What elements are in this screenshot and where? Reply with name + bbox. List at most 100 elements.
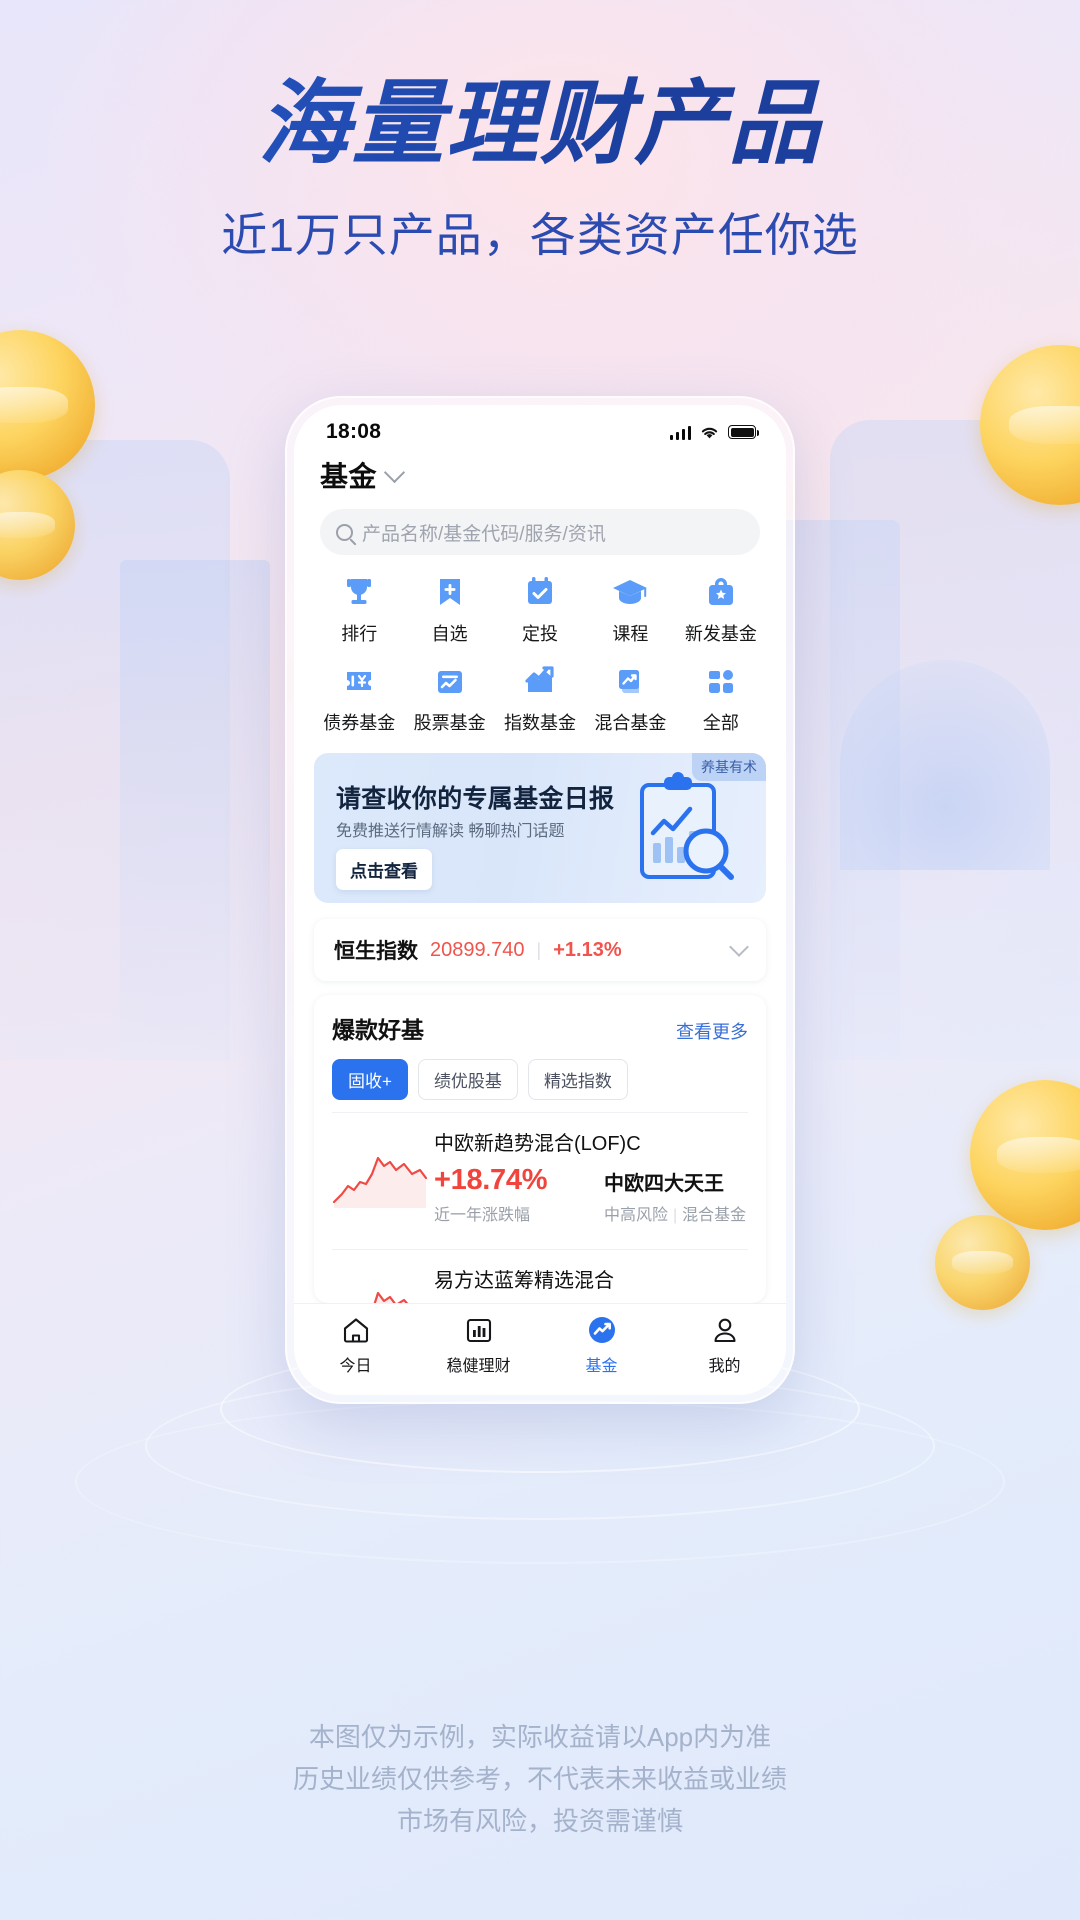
fund-tag-block: 中欧四大天王 中高风险 | 混合基金 (604, 1167, 748, 1225)
disclaimer-line-3: 市场有风险，投资需谨慎 (396, 1805, 683, 1836)
home-icon (341, 1315, 371, 1345)
disclaimer-line-2: 历史业绩仅供参考，不代表未来收益或业绩 (292, 1763, 787, 1794)
hero-subtitle: 近1万只产品，各类资产任你选 (221, 208, 859, 261)
index-quote-bar[interactable]: 恒生指数 20899.740 | +1.13% (314, 919, 766, 981)
tab-label: 基金 (585, 1358, 618, 1375)
view-more-link[interactable]: 查看更多 (676, 1018, 748, 1044)
layered-chart-icon (611, 662, 649, 700)
search-icon (336, 523, 353, 541)
quick-entry-label: 定投 (522, 624, 559, 644)
quick-entry-watchlist[interactable]: 自选 (404, 573, 494, 646)
coin-decoration (0, 330, 95, 480)
promo-subtitle: 免费推送行情解读 畅聊热门话题 (336, 823, 565, 840)
quick-entry-hybrid-fund[interactable]: 混合基金 (585, 662, 675, 735)
bg-dome (840, 660, 1050, 870)
quick-entry-label: 指数基金 (504, 713, 577, 733)
chevron-down-icon[interactable] (729, 937, 749, 957)
quick-entry-row-2: 债券基金 股票基金 指数基金 混合基金 全部 (314, 662, 766, 735)
phone-mockup: 18:08 基金 产品名称/基金代码/服务/资讯 排行 自选 定投 课程 新发基… (285, 396, 795, 1404)
quick-entry-label: 债券基金 (323, 713, 396, 733)
quick-entry-row-1: 排行 自选 定投 课程 新发基金 (314, 573, 766, 646)
quick-entry-label: 全部 (702, 713, 739, 733)
bookmark-plus-icon (431, 573, 469, 611)
tab-fixed-income-plus[interactable]: 固收+ (332, 1059, 408, 1100)
fund-name: 中欧新趋势混合(LOF)C (434, 1133, 641, 1155)
fund-metrics: +18.74% 近一年涨跌幅 中欧四大天王 中高风险 | 混合基金 (434, 1164, 748, 1225)
quick-entry-label: 排行 (341, 624, 378, 644)
tab-label: 稳健理财 (446, 1358, 511, 1375)
disclaimer: 本图仅为示例，实际收益请以App内为准 历史业绩仅供参考，不代表未来收益或业绩 … (0, 1716, 1080, 1842)
quick-entry-grid: 排行 自选 定投 课程 新发基金 债券基金 股票基金 指数基金 混合基金 全部 (294, 555, 786, 741)
tab-mine[interactable]: 我的 (663, 1315, 786, 1376)
index-separator: | (536, 939, 542, 960)
fund-list-item[interactable]: 中欧新趋势混合(LOF)C +18.74% 近一年涨跌幅 中欧四大天王 中高风险… (332, 1112, 748, 1237)
clipboard-chart-magnifier-icon (620, 769, 740, 889)
ground-ring (75, 1400, 1005, 1564)
bottom-tab-bar: 今日 稳健理财 基金 我的 (294, 1303, 786, 1395)
tab-fund[interactable]: 基金 (540, 1315, 663, 1376)
hot-funds-header: 爆款好基 查看更多 (332, 1011, 748, 1045)
trend-up-icon (521, 662, 559, 700)
bar-chart-icon (464, 1315, 494, 1345)
index-change: +1.13% (553, 938, 622, 961)
battery-icon (728, 425, 759, 439)
fund-return-pct: +18.74% (434, 1164, 548, 1196)
quick-entry-sip[interactable]: 定投 (495, 573, 585, 646)
fund-info: 易方达蓝筹精选混合 +32.74% 近一年涨跌幅 十夺金牛机构 中高风险|混合基… (434, 1264, 748, 1303)
app-title-row[interactable]: 基金 (320, 455, 760, 495)
page-title: 基金 (320, 461, 378, 492)
quick-entry-label: 混合基金 (594, 713, 667, 733)
status-time: 18:08 (326, 420, 382, 443)
search-input[interactable]: 产品名称/基金代码/服务/资讯 (320, 509, 760, 555)
fund-info: 中欧新趋势混合(LOF)C +18.74% 近一年涨跌幅 中欧四大天王 中高风险… (434, 1127, 748, 1225)
quick-entry-new-funds[interactable]: 新发基金 (676, 573, 766, 646)
fund-tag: 中欧四大天王 (604, 1173, 724, 1195)
fund-list-item[interactable]: 易方达蓝筹精选混合 +32.74% 近一年涨跌幅 十夺金牛机构 中高风险|混合基… (332, 1249, 748, 1303)
sparkline-chart (332, 1144, 428, 1208)
chevron-down-icon[interactable] (383, 461, 406, 483)
coin-decoration (935, 1215, 1030, 1310)
fund-trend-icon (587, 1315, 617, 1345)
quick-entry-index-fund[interactable]: 指数基金 (495, 662, 585, 735)
quick-entry-bond-fund[interactable]: 债券基金 (314, 662, 404, 735)
status-bar: 18:08 (294, 405, 786, 451)
fund-return-label: 近一年涨跌幅 (434, 1207, 531, 1224)
chart-card-icon (431, 662, 469, 700)
quick-entry-label: 课程 (612, 624, 649, 644)
quick-entry-courses[interactable]: 课程 (585, 573, 675, 646)
bg-building-left-2 (120, 560, 270, 1060)
fund-name: 易方达蓝筹精选混合 (434, 1270, 614, 1292)
trophy-icon (340, 573, 378, 611)
quick-entry-all[interactable]: 全部 (676, 662, 766, 735)
quick-entry-label: 股票基金 (413, 713, 486, 733)
hero-section: 海量理财产品 近1万只产品，各类资产任你选 (0, 76, 1080, 265)
fund-filter-tabs: 固收+ 绩优股基 精选指数 (332, 1059, 748, 1100)
tab-quality-equity[interactable]: 绩优股基 (417, 1059, 518, 1100)
quick-entry-ranking[interactable]: 排行 (314, 573, 404, 646)
sparkline-chart (332, 1281, 428, 1303)
grid-all-icon (702, 662, 740, 700)
promo-banner[interactable]: 养基有术 请查收你的专属基金日报 免费推送行情解读 畅聊热门话题 点击查看 (314, 753, 766, 903)
quick-entry-label: 自选 (431, 624, 468, 644)
phone-screen: 18:08 基金 产品名称/基金代码/服务/资讯 排行 自选 定投 课程 新发基… (294, 405, 786, 1395)
signal-bars-icon (669, 425, 691, 440)
tab-today[interactable]: 今日 (294, 1315, 417, 1376)
index-value: 20899.740 (430, 938, 525, 961)
tab-wealth[interactable]: 稳健理财 (417, 1315, 540, 1376)
fund-return-block: +18.74% 近一年涨跌幅 (434, 1164, 604, 1225)
coin-decoration (980, 345, 1080, 505)
hero-title: 海量理财产品 (0, 76, 1080, 173)
promo-title: 请查收你的专属基金日报 (336, 785, 615, 813)
index-name: 恒生指数 (334, 940, 418, 963)
quick-entry-stock-fund[interactable]: 股票基金 (404, 662, 494, 735)
person-icon (710, 1315, 740, 1345)
graduation-cap-icon (611, 573, 649, 611)
tab-selected-index[interactable]: 精选指数 (527, 1059, 628, 1100)
promo-cta-button[interactable]: 点击查看 (336, 849, 432, 890)
status-icons (669, 425, 759, 440)
ticket-yuan-icon (340, 662, 378, 700)
tab-label: 我的 (708, 1358, 741, 1375)
fund-risk-level: 中高风险 (604, 1207, 669, 1224)
app-header: 基金 产品名称/基金代码/服务/资讯 (294, 451, 786, 555)
calendar-check-icon (521, 573, 559, 611)
